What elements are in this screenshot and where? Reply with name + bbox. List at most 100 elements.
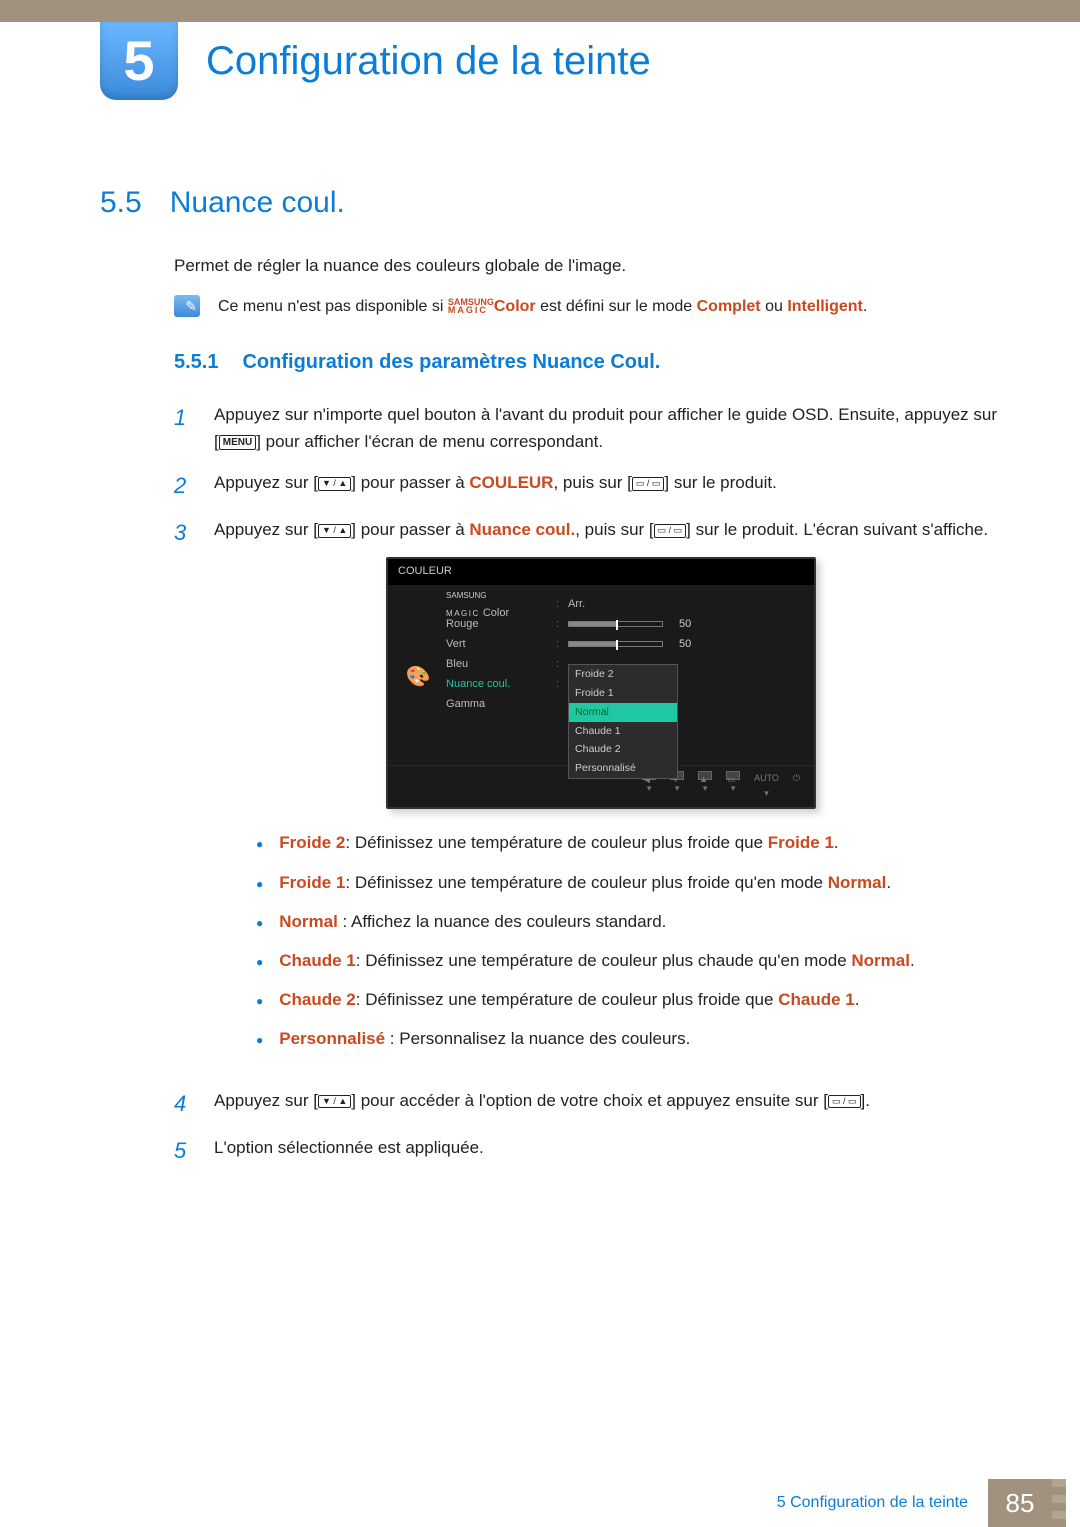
step-number: 4 xyxy=(174,1087,192,1120)
enter-combo-icon: ▭ / ▭ xyxy=(828,1095,861,1109)
text-segment: : Définissez une température de couleur … xyxy=(356,990,778,1009)
text-segment: . xyxy=(910,951,915,970)
page-footer: 5 Configuration de la teinte 85 xyxy=(0,1479,1080,1527)
text-segment: , puis sur [ xyxy=(553,473,631,492)
bullet-text: Chaude 2: Définissez une température de … xyxy=(279,986,859,1013)
target-couleur: COULEUR xyxy=(469,473,553,492)
subsection-heading: 5.5.1 Configuration des paramètres Nuanc… xyxy=(174,347,1000,377)
step-text: Appuyez sur [▼ / ▲] pour accéder à l'opt… xyxy=(214,1087,870,1114)
bullet-dot-icon: ● xyxy=(256,1031,263,1052)
osd-label: Rouge xyxy=(446,616,556,634)
auto-label: AUTO xyxy=(754,771,779,785)
text-segment: Appuyez sur [ xyxy=(214,473,318,492)
text-segment: . xyxy=(834,833,839,852)
palette-icon: 🎨 xyxy=(402,595,434,759)
osd-row-rouge: Rouge : 50 xyxy=(446,615,800,635)
top-decorative-band xyxy=(0,0,1080,22)
chapter-header: 5 Configuration de la teinte xyxy=(100,22,651,100)
subsection-number: 5.5.1 xyxy=(174,347,218,377)
bullet-item: ●Chaude 1: Définissez une température de… xyxy=(256,947,988,974)
step-text: Appuyez sur n'importe quel bouton à l'av… xyxy=(214,401,1000,455)
osd-colon: : xyxy=(556,636,568,654)
nav-up-icon: ▲▾ xyxy=(698,771,712,801)
target-nuance-coul: Nuance coul. xyxy=(469,520,575,539)
option-term: Froide 1 xyxy=(279,873,345,892)
bullet-item: ● Froide 2: Définissez une température de… xyxy=(256,829,988,856)
text-segment: ]. xyxy=(861,1091,870,1110)
text-segment: : Affichez la nuance des couleurs standa… xyxy=(338,912,667,931)
osd-screenshot: COULEUR 🎨 SAMSUNGMAGIC Color : Arr. Roug… xyxy=(386,557,816,809)
osd-option: Chaude 2 xyxy=(569,740,677,759)
section-number: 5.5 xyxy=(100,180,142,225)
option-reference: Normal xyxy=(851,951,910,970)
enter-combo-icon: ▭ / ▭ xyxy=(654,524,687,538)
text-segment: . xyxy=(886,873,891,892)
section-heading: 5.5 Nuance coul. xyxy=(100,180,1000,225)
osd-menu: SAMSUNGMAGIC Color : Arr. Rouge : 50 Ver… xyxy=(446,595,800,759)
text-segment: ] pour accéder à l'option de votre choix… xyxy=(351,1091,828,1110)
option-term: Personnalisé xyxy=(279,1029,385,1048)
chapter-title: Configuration de la teinte xyxy=(206,31,651,91)
nav-auto: AUTO▾ xyxy=(754,771,779,801)
text-segment: : Définissez une température de couleur … xyxy=(345,873,827,892)
magic-color-suffix: Color xyxy=(494,298,536,315)
footer-chapter-label: 5 Configuration de la teinte xyxy=(777,1479,988,1527)
bullet-text: Chaude 1: Définissez une température de … xyxy=(279,947,914,974)
mode-intelligent: Intelligent xyxy=(787,298,863,315)
option-term: Froide 2 xyxy=(279,833,345,852)
section-intro: Permet de régler la nuance des couleurs … xyxy=(174,253,1000,279)
note-text: Ce menu n'est pas disponible si SAMSUNGM… xyxy=(218,295,867,319)
bullet-item: ● Froide 1: Définissez une température de… xyxy=(256,869,988,896)
option-reference: Chaude 1 xyxy=(778,990,855,1009)
up-down-arrows-icon: ▼ / ▲ xyxy=(318,1095,351,1109)
osd-option-selected: Normal xyxy=(569,703,677,722)
nav-enter-icon: ▭▾ xyxy=(726,771,740,801)
osd-label: Gamma xyxy=(446,696,556,714)
bullet-text: Normal : Affichez la nuance des couleurs… xyxy=(279,908,666,935)
osd-value: Arr. xyxy=(568,596,800,614)
osd-body: 🎨 SAMSUNGMAGIC Color : Arr. Rouge : 50 xyxy=(388,585,814,765)
osd-value: 50 xyxy=(568,636,800,654)
bullet-dot-icon: ● xyxy=(256,914,263,935)
osd-option: Chaude 1 xyxy=(569,722,677,741)
osd-colon: : xyxy=(556,596,568,614)
subsection-title: Configuration des paramètres Nuance Coul… xyxy=(242,347,660,377)
mode-complet: Complet xyxy=(697,298,761,315)
option-descriptions: ●Froide 2: Définissez une température de… xyxy=(256,829,988,1052)
steps-list: 1 Appuyez sur n'importe quel bouton à l'… xyxy=(174,401,1000,1167)
bullet-item: ● Chaude 2: Définissez une température de… xyxy=(256,986,988,1013)
chapter-number-badge: 5 xyxy=(100,22,178,100)
bullet-dot-icon: ● xyxy=(256,992,263,1013)
slider-value: 50 xyxy=(679,618,691,630)
step-number: 1 xyxy=(174,401,192,434)
bullet-item: ●Personnalisé : Personnalisez la nuance … xyxy=(256,1025,988,1052)
slider-value: 50 xyxy=(679,638,691,650)
up-down-arrows-icon: ▼ / ▲ xyxy=(318,524,351,538)
section-title: Nuance coul. xyxy=(170,180,345,225)
note-text-segment: ou xyxy=(761,298,788,315)
osd-option: Froide 2 xyxy=(569,665,677,684)
step-2: 2 Appuyez sur [▼ / ▲] pour passer à COUL… xyxy=(174,469,1000,502)
slider-icon xyxy=(568,621,663,627)
text-segment: Appuyez sur [ xyxy=(214,1091,318,1110)
note-row: Ce menu n'est pas disponible si SAMSUNGM… xyxy=(174,295,1000,319)
option-term: Normal xyxy=(279,912,338,931)
bullet-dot-icon: ● xyxy=(256,835,263,856)
text-segment: Appuyez sur [ xyxy=(214,520,318,539)
up-down-arrows-icon: ▼ / ▲ xyxy=(318,477,351,491)
enter-combo-icon: ▭ / ▭ xyxy=(632,477,665,491)
text-segment: ] pour afficher l'écran de menu correspo… xyxy=(256,432,603,451)
osd-colon: : xyxy=(556,616,568,634)
power-icon: ⏻ xyxy=(793,771,800,801)
bullet-dot-icon: ● xyxy=(256,875,263,896)
text-segment: . xyxy=(855,990,860,1009)
step-3: 3 Appuyez sur [▼ / ▲] pour passer à Nuan… xyxy=(174,516,1000,1073)
osd-label-active: Nuance coul. xyxy=(446,676,556,694)
osd-colon: : xyxy=(556,656,568,674)
osd-label: Bleu xyxy=(446,656,556,674)
osd-value: Froide 2 Froide 1 Normal Chaude 1 Chaude… xyxy=(568,664,800,665)
text-segment: : Définissez une température de couleur … xyxy=(345,833,767,852)
menu-key-icon: MENU xyxy=(219,435,256,450)
samsung-magic-logo: SAMSUNGMAGIC xyxy=(446,591,486,618)
option-reference: Normal xyxy=(828,873,887,892)
